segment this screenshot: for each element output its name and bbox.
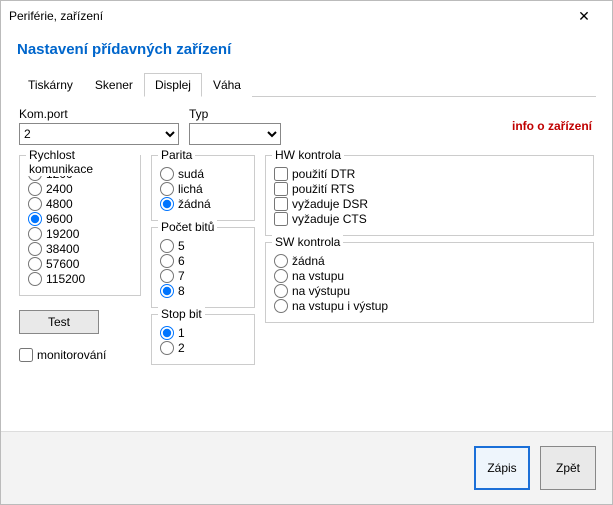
- stop-1-radio[interactable]: [160, 326, 174, 340]
- hw-rts-checkbox[interactable]: [274, 182, 288, 196]
- hw-cts-checkbox[interactable]: [274, 212, 288, 226]
- baud-4800-radio[interactable]: [28, 197, 42, 211]
- sw-vystup-label: na výstupu: [292, 284, 350, 298]
- content-area: Nastavení přídavných zařízení Tiskárny S…: [1, 31, 612, 431]
- baud-57600-radio[interactable]: [28, 257, 42, 271]
- baud-38400-label: 38400: [46, 242, 79, 256]
- stop-legend: Stop bit: [158, 307, 205, 321]
- titlebar: Periférie, zařízení ✕: [1, 1, 612, 31]
- typ-field: Typ: [189, 107, 281, 145]
- bits-5-radio[interactable]: [160, 239, 174, 253]
- typ-select[interactable]: [189, 123, 281, 145]
- bits-legend: Počet bitů: [158, 220, 217, 234]
- comport-field: Kom.port 2: [19, 107, 179, 145]
- baud-38400-radio[interactable]: [28, 242, 42, 256]
- baud-legend: Rychlost komunikace: [26, 148, 140, 176]
- parita-licha-radio[interactable]: [160, 182, 174, 196]
- sw-vstup-radio[interactable]: [274, 269, 288, 283]
- stop-group: Stop bit 1 2: [151, 314, 255, 365]
- baud-2400-label: 2400: [46, 182, 73, 196]
- parita-suda-label: sudá: [178, 167, 204, 181]
- bits-5-label: 5: [178, 239, 185, 253]
- hw-legend: HW kontrola: [272, 148, 344, 162]
- top-row: Kom.port 2 Typ info o zařízení: [19, 107, 594, 145]
- left-column: Rychlost komunikace 1200 2400 4800 9600 …: [19, 149, 141, 365]
- comport-label: Kom.port: [19, 107, 179, 121]
- columns: Rychlost komunikace 1200 2400 4800 9600 …: [19, 149, 594, 365]
- bits-6-label: 6: [178, 254, 185, 268]
- page-title: Nastavení přídavných zařízení: [17, 41, 596, 58]
- mid-column: Parita sudá lichá žádná Počet bitů 5 6 7…: [151, 149, 255, 365]
- tab-body: Kom.port 2 Typ info o zařízení Rychlos: [17, 97, 596, 431]
- sw-oba-radio[interactable]: [274, 299, 288, 313]
- back-button[interactable]: Zpět: [540, 446, 596, 490]
- tab-displej[interactable]: Displej: [144, 73, 202, 97]
- stop-2-label: 2: [178, 341, 185, 355]
- save-button[interactable]: Zápis: [474, 446, 530, 490]
- baud-2400-radio[interactable]: [28, 182, 42, 196]
- hw-dtr-checkbox[interactable]: [274, 167, 288, 181]
- comport-select[interactable]: 2: [19, 123, 179, 145]
- baud-9600-radio[interactable]: [28, 212, 42, 226]
- typ-label: Typ: [189, 107, 281, 121]
- baud-9600-label: 9600: [46, 212, 73, 226]
- bits-7-label: 7: [178, 269, 185, 283]
- parita-zadna-radio[interactable]: [160, 197, 174, 211]
- baud-19200-radio[interactable]: [28, 227, 42, 241]
- hw-group: HW kontrola použití DTR použití RTS vyža…: [265, 155, 594, 236]
- sw-legend: SW kontrola: [272, 235, 343, 249]
- parita-suda-radio[interactable]: [160, 167, 174, 181]
- sw-vstup-label: na vstupu: [292, 269, 344, 283]
- sw-oba-label: na vstupu i výstup: [292, 299, 388, 313]
- close-icon[interactable]: ✕: [564, 8, 604, 25]
- bits-8-radio[interactable]: [160, 284, 174, 298]
- parita-legend: Parita: [158, 148, 195, 162]
- hw-rts-label: použití RTS: [292, 182, 354, 196]
- parita-licha-label: lichá: [178, 182, 203, 196]
- sw-group: SW kontrola žádná na vstupu na výstupu n…: [265, 242, 594, 323]
- tab-vaha[interactable]: Váha: [202, 73, 252, 97]
- footer: Zápis Zpět: [1, 431, 612, 504]
- monitor-checkbox[interactable]: [19, 348, 33, 362]
- parita-zadna-label: žádná: [178, 197, 211, 211]
- baud-115200-label: 115200: [46, 272, 85, 286]
- stop-1-label: 1: [178, 326, 185, 340]
- baud-group: Rychlost komunikace 1200 2400 4800 9600 …: [19, 155, 141, 296]
- stop-2-radio[interactable]: [160, 341, 174, 355]
- tab-tiskarny[interactable]: Tiskárny: [17, 73, 84, 97]
- sw-zadna-radio[interactable]: [274, 254, 288, 268]
- bits-6-radio[interactable]: [160, 254, 174, 268]
- tab-skener[interactable]: Skener: [84, 73, 144, 97]
- monitor-label: monitorování: [37, 348, 106, 362]
- info-link[interactable]: info o zařízení: [512, 119, 594, 133]
- hw-dsr-checkbox[interactable]: [274, 197, 288, 211]
- baud-115200-radio[interactable]: [28, 272, 42, 286]
- hw-cts-label: vyžaduje CTS: [292, 212, 367, 226]
- parita-group: Parita sudá lichá žádná: [151, 155, 255, 221]
- baud-4800-label: 4800: [46, 197, 73, 211]
- bits-8-label: 8: [178, 284, 185, 298]
- sw-vystup-radio[interactable]: [274, 284, 288, 298]
- hw-dsr-label: vyžaduje DSR: [292, 197, 368, 211]
- window-title: Periférie, zařízení: [9, 9, 564, 23]
- baud-19200-label: 19200: [46, 227, 79, 241]
- hw-dtr-label: použití DTR: [292, 167, 355, 181]
- dialog-window: Periférie, zařízení ✕ Nastavení přídavný…: [0, 0, 613, 505]
- sw-zadna-label: žádná: [292, 254, 325, 268]
- bits-7-radio[interactable]: [160, 269, 174, 283]
- tab-strip: Tiskárny Skener Displej Váha: [17, 72, 596, 97]
- test-button[interactable]: Test: [19, 310, 99, 334]
- bits-group: Počet bitů 5 6 7 8: [151, 227, 255, 308]
- right-column: HW kontrola použití DTR použití RTS vyža…: [265, 149, 594, 365]
- baud-57600-label: 57600: [46, 257, 79, 271]
